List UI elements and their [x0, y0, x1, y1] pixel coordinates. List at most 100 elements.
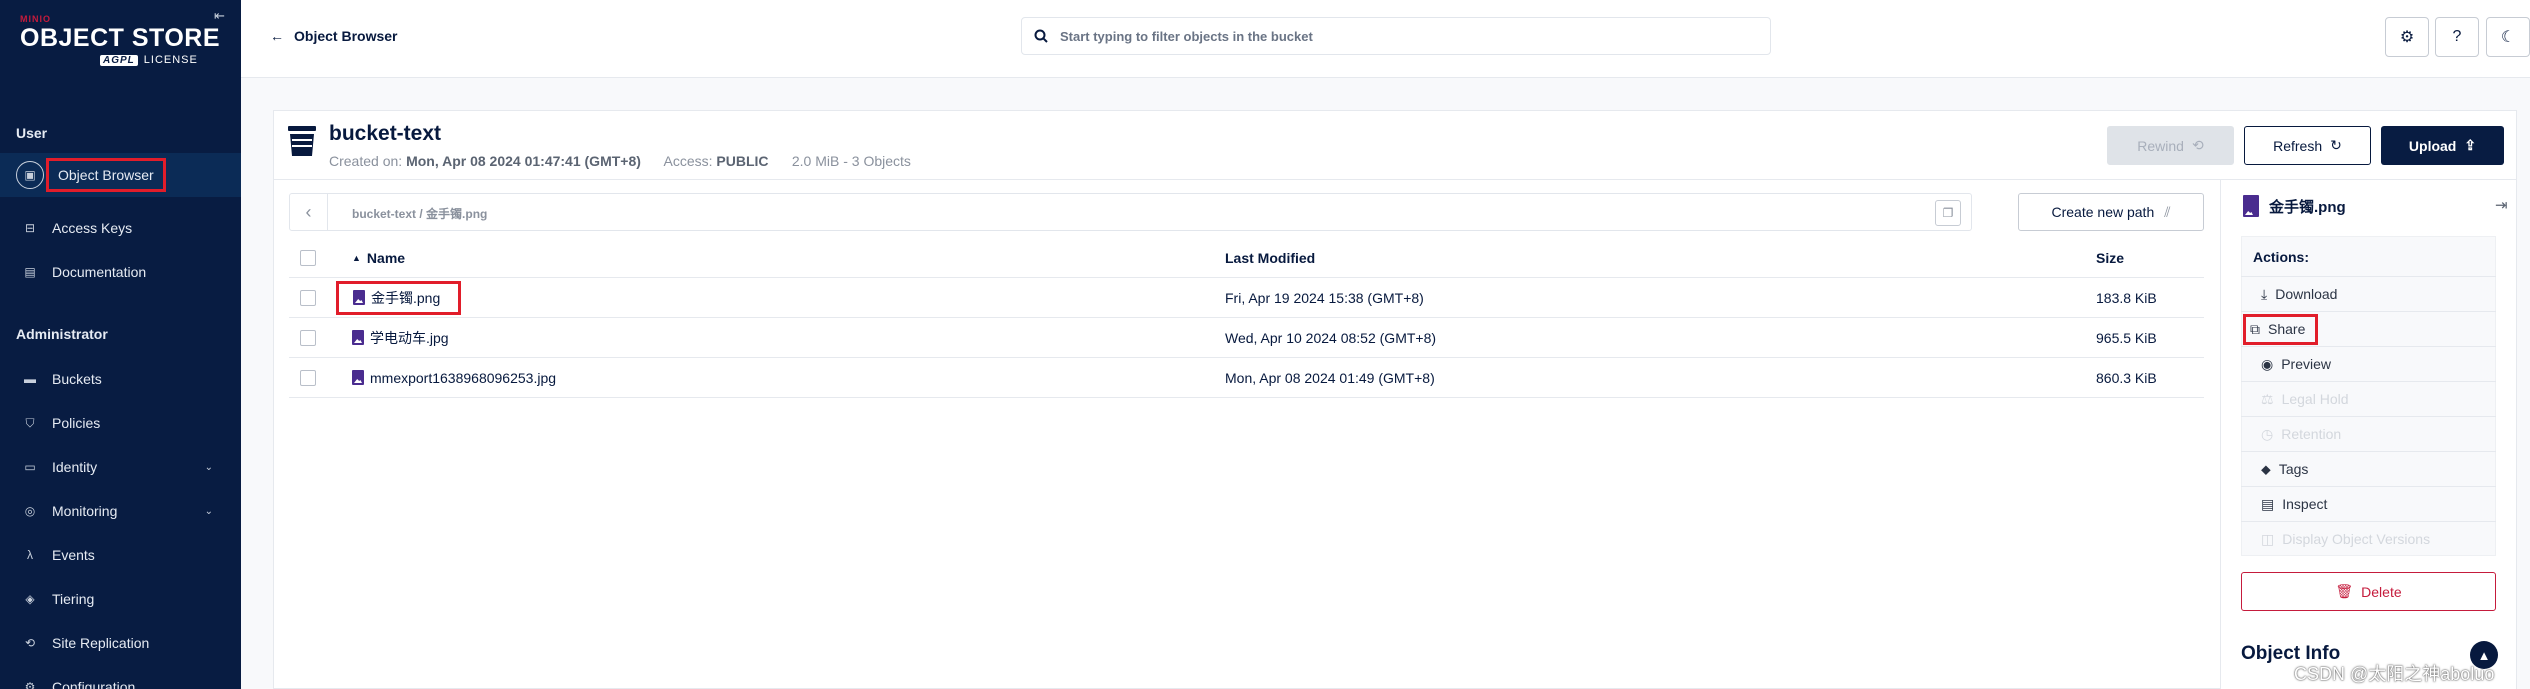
panel-file-name: 金手镯.png — [2269, 198, 2346, 216]
support-button[interactable]: ▲ — [2470, 641, 2498, 669]
chevron-down-icon: ⌄ — [204, 461, 213, 473]
select-all-checkbox[interactable] — [300, 249, 316, 266]
highlight-box: ⧉ Share — [2243, 313, 2319, 345]
back-label: Object Browser — [294, 28, 398, 44]
sidebar-item-object-browser[interactable]: ▣ Object Browser — [0, 153, 241, 197]
row-modified: Mon, Apr 08 2024 01:49 (GMT+8) — [1225, 369, 1435, 386]
sidebar-item-identity[interactable]: ▭ Identity ⌄ — [0, 445, 241, 489]
help-button[interactable]: ? — [2435, 17, 2479, 57]
object-browser-icon: ▣ — [16, 161, 44, 189]
delete-button[interactable]: 🗑 Delete — [2241, 572, 2496, 611]
sidebar-item-site-replication[interactable]: ⟲ Site Replication — [0, 621, 241, 665]
bucket-summary: 2.0 MiB - 3 Objects — [791, 153, 911, 169]
row-size: 965.5 KiB — [2096, 329, 2157, 346]
upload-label: Upload — [2408, 137, 2457, 154]
header-size[interactable]: Size — [2096, 250, 2124, 266]
search-input[interactable] — [1060, 28, 1740, 44]
table-row[interactable]: 金手镯.png Fri, Apr 19 2024 15:38 (GMT+8) 1… — [289, 278, 2204, 318]
table-row[interactable]: 学电动车.jpg Wed, Apr 10 2024 08:52 (GMT+8) … — [289, 318, 2204, 358]
file-name: mmexport1638968096253.jpg — [370, 369, 557, 386]
chevron-left-icon: ‹ — [305, 201, 312, 222]
image-file-icon — [2243, 195, 2259, 217]
created-label: Created on: — [329, 153, 403, 169]
close-panel-icon[interactable]: ⇥ — [2495, 196, 2508, 214]
logo-product: OBJECT STORE — [20, 24, 221, 52]
action-label: Inspect — [2282, 496, 2328, 512]
sidebar-item-label: Object Browser — [46, 158, 166, 192]
breadcrumb-bucket[interactable]: bucket-text — [352, 207, 416, 221]
file-name: 学电动车.jpg — [370, 329, 449, 346]
delete-label: Delete — [2361, 583, 2402, 600]
settings-button[interactable]: ⚙ — [2385, 17, 2429, 57]
path-back-button[interactable]: ‹ — [290, 194, 328, 230]
rewind-button[interactable]: Rewind ⟲ — [2107, 126, 2234, 165]
tiering-icon: ◈ — [25, 592, 35, 606]
retention-icon: ◷ — [2261, 425, 2274, 442]
inspect-icon: ▤ — [2261, 495, 2275, 512]
action-preview[interactable]: ◉ Preview — [2241, 346, 2496, 381]
row-name[interactable]: 学电动车.jpg — [352, 328, 449, 348]
section-administrator: Administrator — [16, 326, 108, 342]
theme-toggle-button[interactable]: ☾ — [2486, 17, 2530, 57]
row-size: 183.8 KiB — [2096, 289, 2157, 306]
sidebar-item-label: Configuration — [52, 679, 136, 689]
panel-title: 金手镯.png — [2243, 195, 2346, 217]
trash-icon: 🗑 — [2335, 583, 2354, 599]
row-checkbox[interactable] — [300, 329, 316, 346]
row-checkbox[interactable] — [300, 289, 316, 306]
breadcrumb-file: 金手镯.png — [426, 207, 488, 221]
row-checkbox[interactable] — [300, 369, 316, 386]
action-label: Legal Hold — [2281, 391, 2349, 407]
row-modified: Wed, Apr 10 2024 08:52 (GMT+8) — [1225, 329, 1437, 346]
action-download[interactable]: ⤓ Download — [2241, 276, 2496, 311]
sidebar-item-buckets[interactable]: ▬ Buckets — [0, 357, 241, 401]
sidebar-item-monitoring[interactable]: ◎ Monitoring ⌄ — [0, 489, 241, 533]
action-label: Preview — [2281, 356, 2332, 372]
back-to-object-browser[interactable]: ← Object Browser — [270, 28, 397, 44]
bucket-icon: ▬ — [24, 372, 36, 386]
sidebar-item-documentation[interactable]: ▤ Documentation — [0, 250, 241, 294]
create-new-path-button[interactable]: Create new path ⫽ — [2018, 193, 2204, 231]
table-row[interactable]: mmexport1638968096253.jpg Mon, Apr 08 20… — [289, 358, 2204, 398]
column-name-header[interactable]: ▲ Name — [352, 250, 405, 266]
sidebar-item-label: Monitoring — [52, 503, 118, 519]
action-share[interactable]: ⧉ Share — [2241, 311, 2496, 346]
action-label: Display Object Versions — [2282, 531, 2431, 547]
sidebar-item-access-keys[interactable]: ⊟ Access Keys — [0, 206, 241, 250]
upload-button[interactable]: Upload ⇪ — [2381, 126, 2504, 165]
collapse-sidebar-icon[interactable]: ⇤ — [214, 8, 225, 24]
access-label: Access: — [663, 153, 713, 169]
shield-icon: ⛉ — [25, 415, 35, 430]
search-box[interactable] — [1021, 17, 1771, 55]
action-inspect[interactable]: ▤ Inspect — [2241, 486, 2496, 521]
sidebar-item-events[interactable]: λ Events — [0, 533, 241, 577]
row-name[interactable]: mmexport1638968096253.jpg — [352, 370, 556, 386]
gear-icon: ⚙ — [2399, 29, 2415, 46]
action-legal-hold: ⚖ Legal Hold — [2241, 381, 2496, 416]
sidebar-item-label: Identity — [52, 459, 98, 475]
header-name: Name — [366, 249, 406, 266]
chevron-up-icon: ▲ — [2477, 647, 2491, 663]
upload-icon: ⇪ — [2464, 137, 2477, 153]
file-name: 金手镯.png — [371, 289, 441, 306]
arrow-left-icon: ← — [270, 28, 284, 44]
replication-icon: ⟲ — [24, 636, 36, 650]
key-icon: ⊟ — [24, 221, 36, 235]
copy-path-button[interactable]: ❐ — [1935, 200, 1961, 226]
row-name[interactable]: 金手镯.png — [336, 280, 462, 315]
access-value: PUBLIC — [716, 153, 769, 169]
sidebar-item-configuration[interactable]: ⚙ Configuration — [0, 665, 241, 689]
action-tags[interactable]: ⬥ Tags — [2241, 451, 2496, 486]
copy-icon: ❐ — [1942, 206, 1954, 220]
action-display-versions: ◫ Display Object Versions — [2241, 521, 2496, 556]
sidebar-item-label: Tiering — [52, 591, 95, 607]
create-path-label: Create new path — [2051, 204, 2155, 220]
sidebar-item-tiering[interactable]: ◈ Tiering — [0, 577, 241, 621]
refresh-button[interactable]: Refresh ↻ — [2244, 126, 2371, 165]
sidebar-item-policies[interactable]: ⛉ Policies — [0, 401, 241, 445]
agpl-badge: AGPL — [100, 54, 138, 66]
share-icon: ⧉ — [2250, 320, 2260, 337]
image-file-icon — [352, 330, 364, 345]
actions-title: Actions: — [2253, 249, 2309, 265]
header-last-modified[interactable]: Last Modified — [1225, 250, 1315, 266]
